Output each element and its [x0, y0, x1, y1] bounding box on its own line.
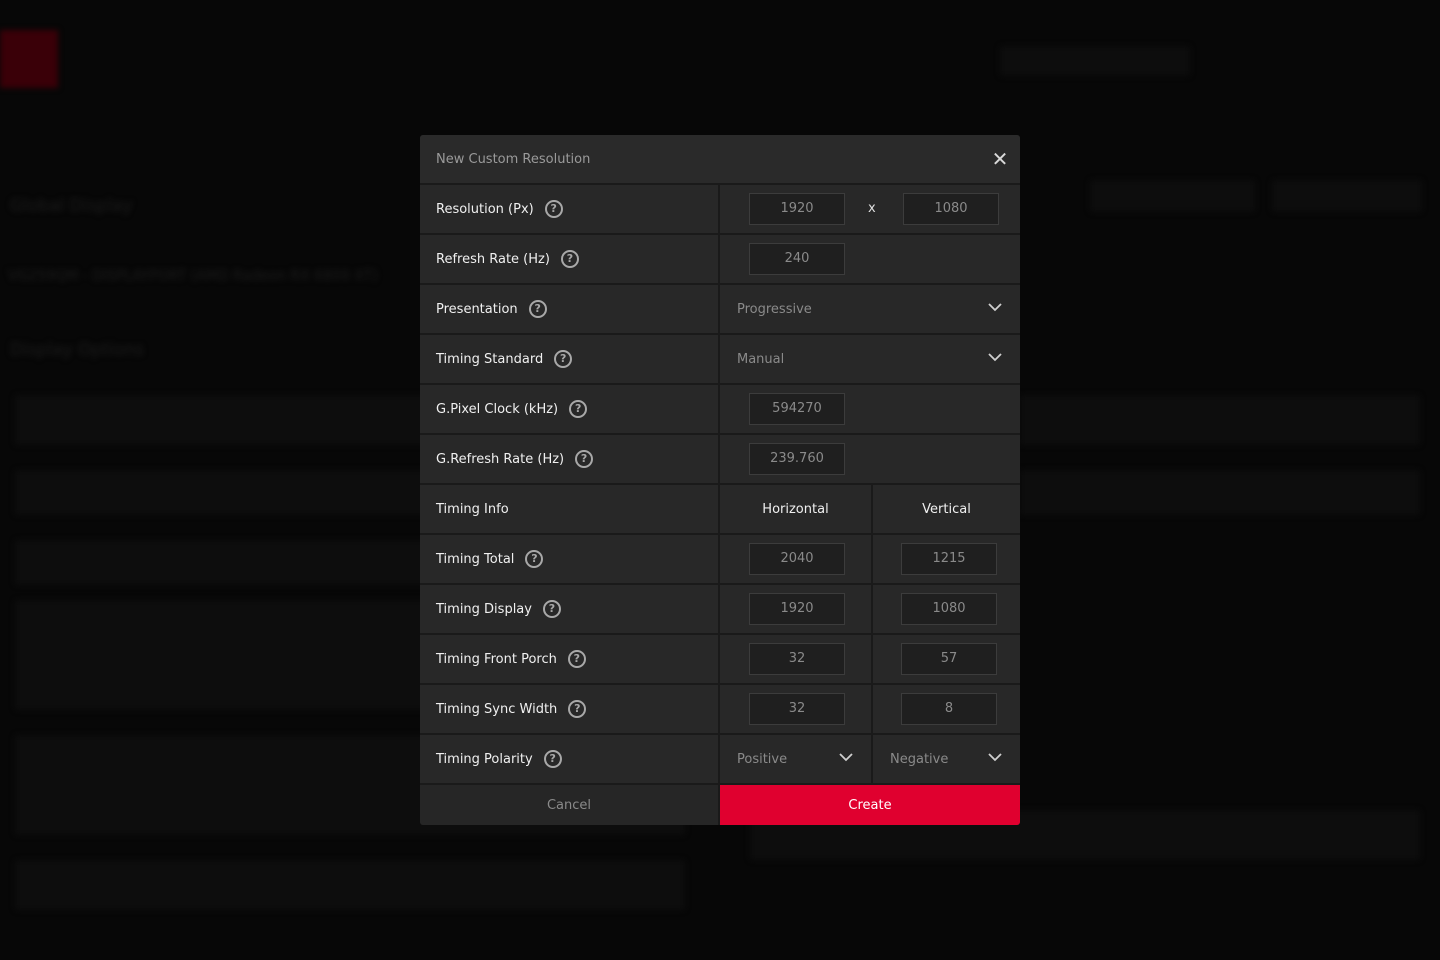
label: Timing Front Porch [436, 651, 557, 667]
selected-value: Negative [890, 751, 949, 767]
help-icon[interactable]: ? [569, 400, 588, 418]
help-icon[interactable]: ? [567, 650, 586, 668]
help-icon[interactable]: ? [542, 600, 561, 618]
row-pixel-clock: G.Pixel Clock (kHz)? 594270 [420, 385, 1020, 433]
label: Timing Total [436, 551, 515, 567]
label: Presentation [436, 301, 518, 317]
chevron-down-icon [988, 303, 1002, 312]
help-icon[interactable]: ? [543, 750, 562, 768]
row-timing-display: Timing Display? 1920 1080 [420, 585, 1020, 633]
sync-width-h-input[interactable]: 32 [749, 693, 845, 725]
row-refresh-rate: Refresh Rate (Hz)? 240 [420, 235, 1020, 283]
bg-display-name: VG259QM - DISPLAYPORT (AMD Radeon RX 680… [8, 268, 378, 284]
resolution-width-input[interactable]: 1920 [749, 193, 845, 225]
selected-value: Manual [737, 351, 785, 367]
selected-value: Positive [737, 751, 788, 767]
label: Refresh Rate (Hz) [436, 251, 550, 267]
close-icon[interactable]: ✕ [988, 147, 1012, 171]
polarity-h-dropdown[interactable]: Positive [720, 735, 871, 783]
timing-display-v-input[interactable]: 1080 [901, 593, 997, 625]
row-resolution: Resolution (Px)? 1920 x 1080 [420, 185, 1020, 233]
horizontal-header: Horizontal [762, 501, 829, 517]
label: Resolution (Px) [436, 201, 534, 217]
polarity-v-dropdown[interactable]: Negative [873, 735, 1020, 783]
label: Timing Info [436, 501, 509, 517]
label: Timing Polarity [436, 751, 533, 767]
refresh-rate-input[interactable]: 240 [749, 243, 845, 275]
help-icon[interactable]: ? [528, 300, 547, 318]
row-timing-info: Timing Info Horizontal Vertical [420, 485, 1020, 533]
row-g-refresh-rate: G.Refresh Rate (Hz)? 239.760 [420, 435, 1020, 483]
row-timing-front-porch: Timing Front Porch? 32 57 [420, 635, 1020, 683]
pixel-clock-input[interactable]: 594270 [749, 393, 845, 425]
row-presentation: Presentation? Progressive [420, 285, 1020, 333]
help-icon[interactable]: ? [544, 200, 563, 218]
vertical-header: Vertical [922, 501, 971, 517]
times-separator: x [868, 201, 876, 216]
help-icon[interactable]: ? [575, 450, 594, 468]
timing-total-h-input[interactable]: 2040 [749, 543, 845, 575]
chevron-down-icon [988, 753, 1002, 762]
label: G.Pixel Clock (kHz) [436, 401, 559, 417]
timing-display-h-input[interactable]: 1920 [749, 593, 845, 625]
row-timing-standard: Timing Standard? Manual [420, 335, 1020, 383]
front-porch-h-input[interactable]: 32 [749, 643, 845, 675]
g-refresh-rate-input[interactable]: 239.760 [749, 443, 845, 475]
resolution-height-input[interactable]: 1080 [903, 193, 999, 225]
label: Timing Sync Width [436, 701, 558, 717]
new-custom-resolution-dialog: New Custom Resolution ✕ Resolution (Px)?… [420, 135, 1020, 825]
row-timing-sync-width: Timing Sync Width? 32 8 [420, 685, 1020, 733]
help-icon[interactable]: ? [525, 550, 544, 568]
label: Timing Display [436, 601, 532, 617]
row-timing-total: Timing Total? 2040 1215 [420, 535, 1020, 583]
bg-heading: Global Display [10, 196, 133, 216]
sync-width-v-input[interactable]: 8 [901, 693, 997, 725]
timing-standard-dropdown[interactable]: Manual [720, 335, 1020, 383]
dialog-header: New Custom Resolution ✕ [420, 135, 1020, 183]
label: G.Refresh Rate (Hz) [436, 451, 565, 467]
row-timing-polarity: Timing Polarity? Positive Negative [420, 735, 1020, 783]
chevron-down-icon [988, 353, 1002, 362]
help-icon[interactable]: ? [568, 700, 587, 718]
front-porch-v-input[interactable]: 57 [901, 643, 997, 675]
label: Timing Standard [436, 351, 544, 367]
bg-section: Display Options [10, 340, 144, 360]
timing-total-v-input[interactable]: 1215 [901, 543, 997, 575]
help-icon[interactable]: ? [560, 250, 579, 268]
chevron-down-icon [839, 753, 853, 762]
selected-value: Progressive [737, 301, 812, 317]
create-button[interactable]: Create [720, 785, 1020, 825]
cancel-button[interactable]: Cancel [420, 785, 718, 825]
presentation-dropdown[interactable]: Progressive [720, 285, 1020, 333]
help-icon[interactable]: ? [554, 350, 573, 368]
dialog-title: New Custom Resolution [436, 151, 591, 167]
amd-logo [0, 30, 58, 88]
